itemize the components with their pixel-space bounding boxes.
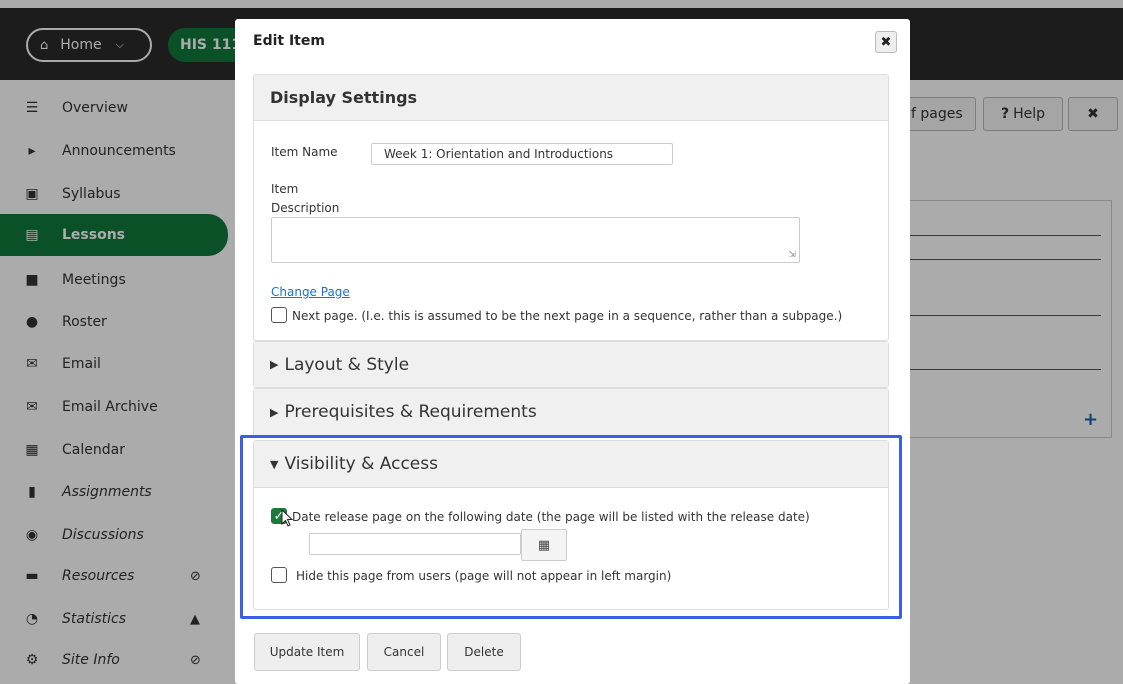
display-settings-section: Display Settings Item Name Week 1: Orien… (253, 74, 889, 341)
item-name-label: Item Name (271, 145, 338, 159)
next-page-checkbox[interactable] (271, 307, 287, 323)
item-description-label-line1: Item (271, 182, 299, 196)
layout-style-header[interactable]: ▶ Layout & Style (254, 342, 888, 387)
delete-button[interactable]: Delete (447, 633, 521, 671)
layout-style-section[interactable]: ▶ Layout & Style (253, 341, 889, 388)
caret-right-icon: ▶ (270, 405, 279, 419)
resize-grip-icon[interactable]: ⇲ (788, 250, 796, 260)
focus-highlight-box (240, 435, 902, 619)
close-icon: ✖ (880, 34, 892, 50)
item-description-label-line2: Description (271, 201, 340, 215)
layout-style-heading: Layout & Style (284, 354, 410, 375)
item-description-textarea[interactable]: ⇲ (271, 217, 800, 263)
prerequisites-header[interactable]: ▶ Prerequisites & Requirements (254, 389, 888, 435)
next-page-label: Next page. (I.e. this is assumed to be t… (292, 309, 843, 323)
change-page-link[interactable]: Change Page (271, 285, 350, 299)
prerequisites-heading: Prerequisites & Requirements (284, 402, 537, 422)
display-settings-heading: Display Settings (254, 75, 888, 121)
dialog-title: Edit Item (253, 33, 325, 49)
prerequisites-section[interactable]: ▶ Prerequisites & Requirements (253, 388, 889, 436)
item-name-input[interactable]: Week 1: Orientation and Introductions (371, 143, 673, 165)
cancel-button[interactable]: Cancel (367, 633, 441, 671)
caret-right-icon: ▶ (270, 358, 279, 371)
update-item-button[interactable]: Update Item (254, 633, 360, 671)
edit-item-dialog: Edit Item ✖ Display Settings Item Name W… (235, 19, 910, 684)
close-button[interactable]: ✖ (875, 31, 897, 53)
